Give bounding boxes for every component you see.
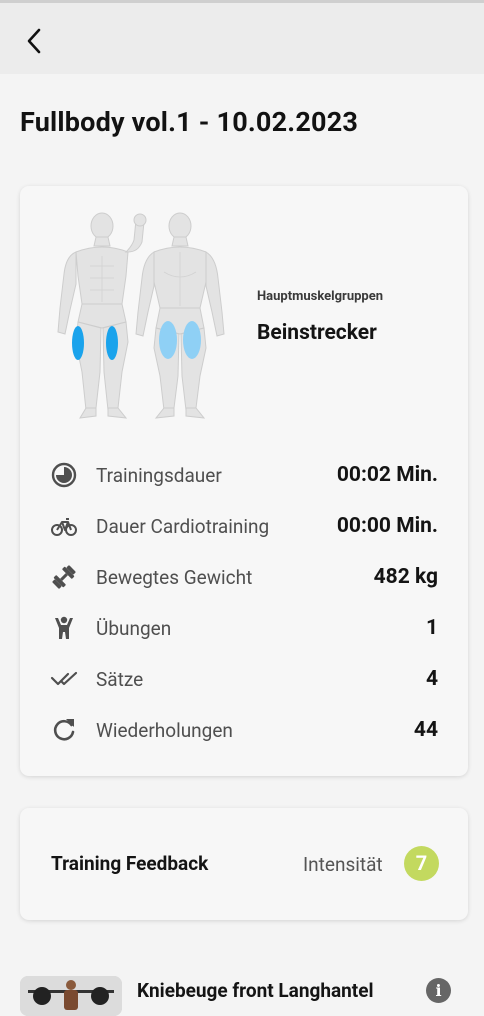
stat-label: Bewegtes Gewicht bbox=[96, 566, 253, 589]
person-icon bbox=[55, 616, 73, 639]
workout-summary-card: Hauptmuskelgruppen Beinstrecker Training… bbox=[20, 186, 468, 776]
barbell-squat-image bbox=[20, 976, 122, 1016]
muscle-map-figure bbox=[57, 212, 225, 419]
training-feedback-card[interactable]: Training Feedback Intensität 7 bbox=[20, 808, 468, 920]
intensity-badge: 7 bbox=[404, 846, 439, 881]
stat-value: 4 bbox=[425, 667, 438, 691]
page-title: Fullbody vol.1 - 10.02.2023 bbox=[20, 106, 359, 138]
stat-value: 00:02 Min. bbox=[336, 463, 438, 487]
stat-label: Sätze bbox=[96, 668, 144, 691]
muscle-groups-value: Beinstrecker bbox=[257, 321, 377, 345]
stat-label: Wiederholungen bbox=[96, 719, 233, 742]
stat-value: 44 bbox=[413, 718, 438, 742]
stat-value: 1 bbox=[425, 616, 438, 640]
stat-label: Trainingsdauer bbox=[96, 464, 222, 487]
exercise-title[interactable]: Kniebeuge front Langhantel bbox=[137, 979, 374, 1002]
bicycle-icon bbox=[51, 518, 77, 536]
chevron-left-icon bbox=[27, 28, 41, 54]
quadriceps-right-highlight bbox=[106, 326, 118, 360]
intensity-label: Intensität bbox=[303, 853, 383, 876]
feedback-title: Training Feedback bbox=[51, 852, 209, 875]
app-bar bbox=[0, 0, 484, 74]
refresh-icon bbox=[53, 719, 75, 741]
back-thigh-left-highlight bbox=[159, 321, 177, 359]
stat-value: 482 kg bbox=[373, 565, 438, 589]
quadriceps-left-highlight bbox=[72, 326, 84, 360]
stat-row-repetitions: Wiederholungen 44 bbox=[50, 710, 438, 750]
double-check-icon bbox=[50, 671, 78, 686]
info-icon: i bbox=[435, 981, 442, 1000]
exercise-thumbnail[interactable] bbox=[20, 976, 122, 1016]
stat-row-exercises: Übungen 1 bbox=[50, 608, 438, 648]
info-button[interactable]: i bbox=[426, 978, 451, 1003]
clock-half-icon bbox=[51, 462, 77, 488]
back-button[interactable] bbox=[18, 23, 54, 59]
back-thigh-right-highlight bbox=[183, 321, 201, 359]
stat-label: Übungen bbox=[96, 617, 172, 640]
stat-row-sets: Sätze 4 bbox=[50, 659, 438, 699]
muscle-groups-caption: Hauptmuskelgruppen bbox=[257, 289, 384, 304]
stat-row-training-duration: Trainingsdauer 00:02 Min. bbox=[50, 455, 438, 495]
stat-label: Dauer Cardiotraining bbox=[96, 515, 270, 538]
dumbbell-icon bbox=[52, 565, 76, 589]
stat-row-moved-weight: Bewegtes Gewicht 482 kg bbox=[50, 557, 438, 597]
stat-value: 00:00 Min. bbox=[336, 514, 438, 538]
stat-row-cardio-duration: Dauer Cardiotraining 00:00 Min. bbox=[50, 506, 438, 546]
